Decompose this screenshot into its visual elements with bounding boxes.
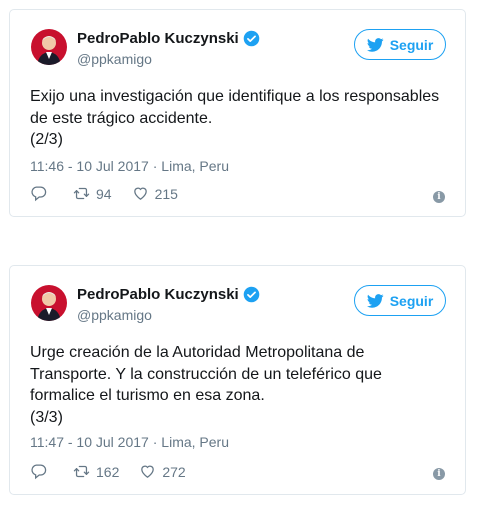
retweet-icon <box>73 187 90 200</box>
tweet-text-line: Urge creación de la Autoridad Metropolit… <box>30 344 365 361</box>
twitter-bird-icon <box>366 37 384 52</box>
like-button[interactable]: 215 <box>132 185 178 202</box>
tweet-text-line: de este trágico accidente. <box>30 109 213 127</box>
verified-icon <box>243 30 260 47</box>
info-icon[interactable]: i <box>433 191 445 203</box>
tweet-meta: 11:47 - 10 Jul 2017 · Lima, Peru <box>30 434 229 450</box>
follow-button[interactable]: Seguir <box>354 285 446 316</box>
like-count: 272 <box>162 463 186 480</box>
tweet-text: Exijo una investigación que identifique … <box>30 86 445 151</box>
reply-button[interactable] <box>30 463 53 480</box>
like-icon <box>141 465 155 478</box>
tweet-text-line: Exijo una investigación que identifique … <box>30 88 440 105</box>
reply-button[interactable] <box>30 185 53 202</box>
like-button[interactable]: 272 <box>139 463 186 480</box>
follow-label: Seguir <box>389 36 434 53</box>
reply-icon <box>31 186 47 202</box>
tweet-text-line: formalice el turismo en esa zona. <box>30 387 265 404</box>
like-count: 215 <box>154 185 178 202</box>
reply-icon <box>31 464 47 480</box>
tweet-card: PedroPablo Kuczynski @ppkamigo Seguir Ur… <box>9 265 466 495</box>
follow-button[interactable]: Seguir <box>354 29 446 60</box>
location[interactable]: Lima, Peru <box>161 434 229 450</box>
timestamp[interactable]: 11:46 - 10 Jul 2017 <box>30 158 149 174</box>
author-name[interactable]: PedroPablo Kuczynski <box>77 30 239 47</box>
retweet-icon <box>73 465 90 478</box>
retweet-count: 162 <box>96 463 120 480</box>
author-handle[interactable]: @ppkamigo <box>77 307 152 323</box>
avatar[interactable] <box>31 29 67 65</box>
like-icon <box>133 187 147 200</box>
twitter-bird-icon <box>366 293 384 308</box>
retweet-count: 94 <box>96 185 112 202</box>
tweet-actions: 94 215 <box>30 185 198 202</box>
avatar[interactable] <box>31 285 67 321</box>
tweet-text-line: (3/3) <box>30 408 63 426</box>
tweet-text-line: (2/3) <box>30 131 63 148</box>
timestamp[interactable]: 11:47 - 10 Jul 2017 <box>30 434 149 450</box>
location[interactable]: Lima, Peru <box>161 158 229 174</box>
tweet-text-line: Transporte. Y la construcción de un tele… <box>30 365 382 383</box>
author-handle[interactable]: @ppkamigo <box>77 51 152 67</box>
author-name[interactable]: PedroPablo Kuczynski <box>77 286 239 303</box>
retweet-button[interactable]: 162 <box>73 463 119 480</box>
tweet-meta: 11:46 - 10 Jul 2017 · Lima, Peru <box>30 158 229 174</box>
separator: · <box>148 158 162 174</box>
follow-label: Seguir <box>389 292 434 309</box>
tweet-actions: 162 272 <box>30 463 206 480</box>
info-icon[interactable]: i <box>433 468 445 480</box>
verified-icon <box>243 286 260 303</box>
tweet-text: Urge creación de la Autoridad Metropolit… <box>30 342 445 428</box>
separator: · <box>148 434 162 450</box>
retweet-button[interactable]: 94 <box>73 185 112 202</box>
tweet-card: PedroPablo Kuczynski @ppkamigo Seguir Ex… <box>9 9 466 217</box>
